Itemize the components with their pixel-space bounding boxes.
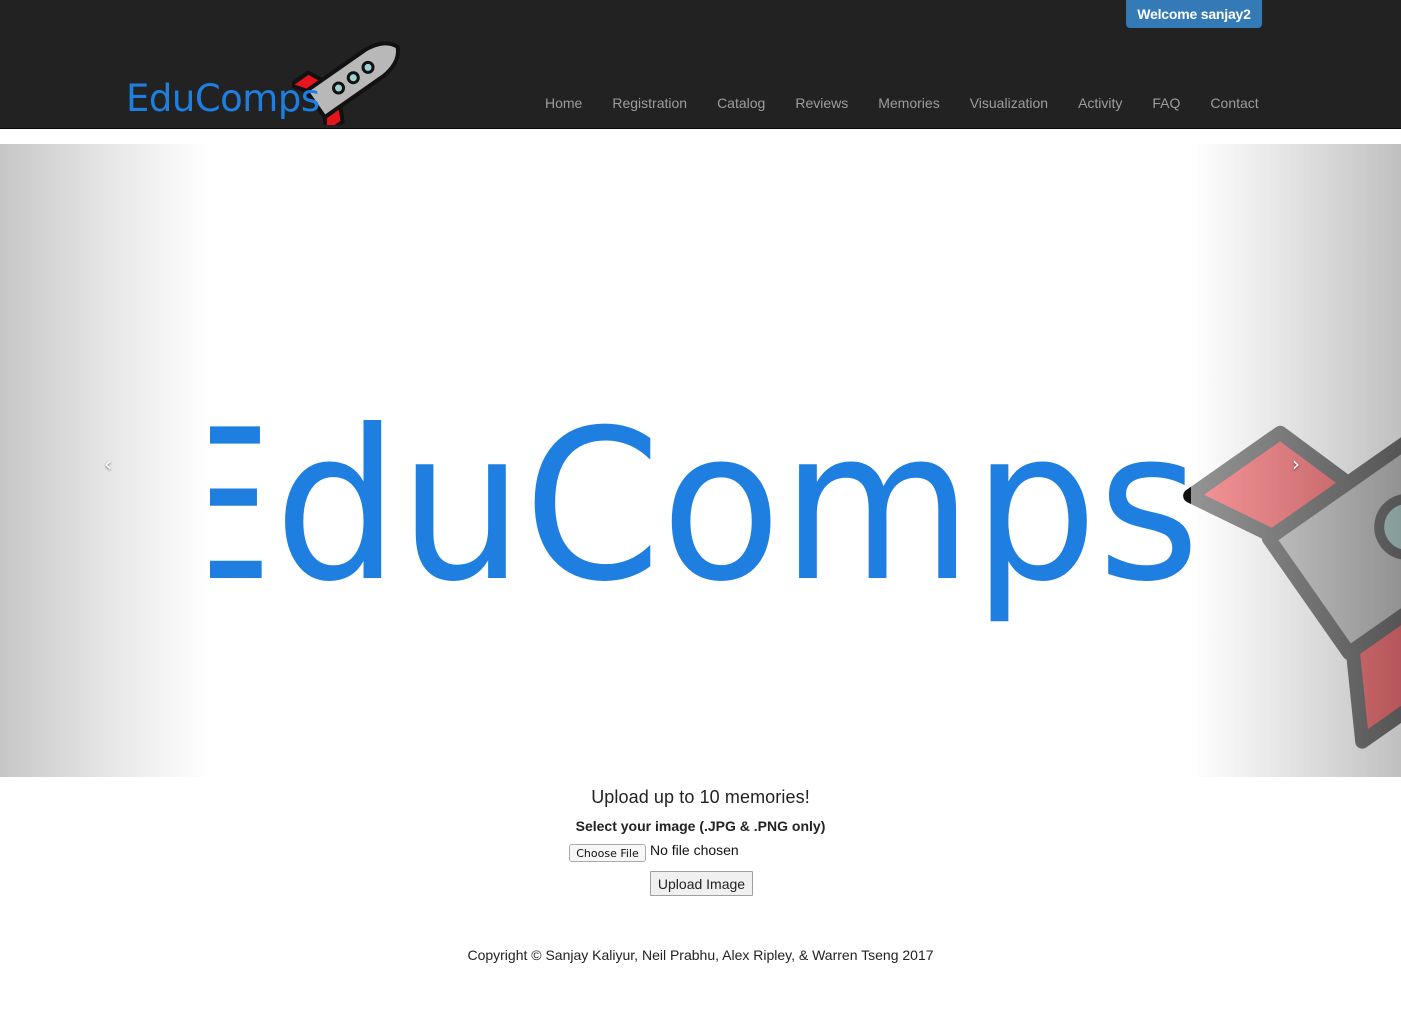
footer-copyright: Copyright © Sanjay Kaliyur, Neil Prabhu,… [467,947,934,963]
choose-file-button[interactable]: Choose File [569,844,646,862]
nav-reviews[interactable]: Reviews [780,91,863,115]
upload-heading: Upload up to 10 memories! [591,787,810,807]
brand-logo[interactable]: EduComps [126,40,406,128]
image-carousel: EduComps ‹ › [0,144,1401,777]
nav-catalog[interactable]: Catalog [702,91,780,115]
nav-home[interactable]: Home [530,91,597,115]
top-navbar: Welcome sanjay2 EduComps Home Registrati… [0,0,1401,129]
file-status-text: No file chosen [650,842,739,858]
chevron-right-icon[interactable]: › [1281,449,1311,479]
brand-name: EduComps [126,77,320,120]
main-nav: Home Registration Catalog Reviews Memori… [530,91,1274,115]
nav-contact[interactable]: Contact [1195,91,1273,115]
nav-memories[interactable]: Memories [863,91,954,115]
welcome-user-button[interactable]: Welcome sanjay2 [1126,0,1262,28]
nav-faq[interactable]: FAQ [1137,91,1195,115]
upload-image-button[interactable]: Upload Image [650,871,753,896]
select-image-label: Select your image (.JPG & .PNG only) [575,818,826,834]
nav-visualization[interactable]: Visualization [955,91,1063,115]
slide-logo-text: EduComps [150,386,1200,628]
nav-activity[interactable]: Activity [1063,91,1137,115]
chevron-left-icon[interactable]: ‹ [93,449,123,479]
nav-registration[interactable]: Registration [597,91,702,115]
